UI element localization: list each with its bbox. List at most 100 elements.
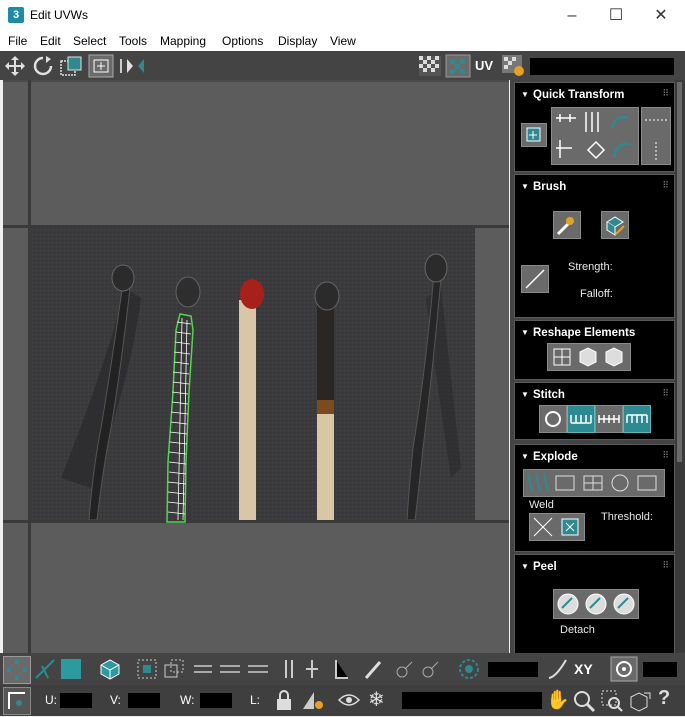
absolute-offset-button[interactable] bbox=[3, 687, 31, 715]
vertex-mode-button[interactable] bbox=[3, 656, 31, 684]
falloff-curve-icon[interactable] bbox=[546, 657, 570, 681]
texture-settings-icon[interactable] bbox=[501, 54, 527, 78]
move-icon[interactable] bbox=[4, 55, 26, 77]
stitch-source-icon bbox=[570, 415, 592, 424]
menu-select[interactable]: Select bbox=[73, 34, 106, 48]
maximize-button[interactable]: ☐ bbox=[593, 0, 639, 31]
collapse-arrow-icon[interactable]: ▼ bbox=[521, 328, 529, 337]
selection-toolbar: XY bbox=[0, 653, 685, 685]
menu-edit[interactable]: Edit bbox=[40, 34, 61, 48]
soft-selection-icon[interactable] bbox=[458, 658, 480, 680]
peel-title[interactable]: Peel bbox=[533, 561, 557, 573]
menu-mapping[interactable]: Mapping bbox=[160, 34, 206, 48]
threshold-label: Threshold: bbox=[601, 511, 653, 523]
drag-handle-icon[interactable]: ⠿ bbox=[662, 560, 669, 571]
weld-icons[interactable] bbox=[530, 514, 584, 540]
brush-title[interactable]: Brush bbox=[533, 181, 566, 193]
u-field[interactable] bbox=[60, 693, 92, 708]
lock-icon[interactable] bbox=[274, 689, 294, 711]
stitch-to-source-button[interactable] bbox=[567, 405, 595, 433]
scale-icon[interactable] bbox=[59, 55, 83, 77]
freeform-icon[interactable] bbox=[88, 54, 114, 78]
paint-move-button[interactable] bbox=[553, 211, 581, 239]
collapse-arrow-icon[interactable]: ▼ bbox=[521, 90, 529, 99]
collapse-arrow-icon[interactable]: ▼ bbox=[521, 390, 529, 399]
app-icon: 3 bbox=[8, 7, 24, 23]
xy-toggle[interactable]: XY bbox=[574, 661, 593, 677]
explode-icons[interactable] bbox=[524, 470, 664, 496]
explode-buttons-group bbox=[523, 469, 665, 497]
stitch-average-icon bbox=[598, 415, 620, 423]
pixel-snap-icon[interactable] bbox=[610, 656, 638, 682]
drag-handle-icon[interactable]: ⠿ bbox=[662, 388, 669, 399]
close-button[interactable]: ✕ bbox=[638, 0, 684, 31]
stitch-rollout: ▼ Stitch ⠿ bbox=[514, 382, 675, 440]
drag-handle-icon[interactable]: ⠿ bbox=[662, 450, 669, 461]
soft-selection-value[interactable] bbox=[488, 662, 538, 677]
edge-mode-icon[interactable] bbox=[34, 658, 56, 680]
shrink-selection-icon[interactable] bbox=[163, 658, 185, 680]
texture-dropdown[interactable] bbox=[530, 58, 674, 75]
zoom-extents-icon[interactable] bbox=[628, 689, 654, 713]
menu-bar: File Edit Select Tools Mapping Options D… bbox=[0, 31, 685, 51]
menu-view[interactable]: View bbox=[330, 34, 356, 48]
mirror-icon[interactable] bbox=[118, 56, 152, 76]
element-mode-icon[interactable] bbox=[98, 658, 122, 680]
stitch-average-button[interactable] bbox=[595, 405, 623, 433]
paint-select-icons[interactable] bbox=[362, 658, 442, 680]
w-field[interactable] bbox=[200, 693, 232, 708]
align-icons[interactable] bbox=[552, 108, 638, 164]
pivot-icon bbox=[526, 127, 541, 142]
weld-buttons-group bbox=[529, 513, 585, 541]
grow-selection-icon[interactable] bbox=[136, 658, 158, 680]
align-buttons-group bbox=[551, 107, 639, 165]
uv-selection[interactable] bbox=[164, 312, 194, 524]
menu-file[interactable]: File bbox=[8, 34, 27, 48]
peel-icons[interactable] bbox=[554, 590, 638, 618]
stitch-custom-icon bbox=[545, 411, 561, 427]
quick-transform-title[interactable]: Quick Transform bbox=[533, 89, 624, 101]
drag-handle-icon[interactable]: ⠿ bbox=[662, 180, 669, 191]
collapse-arrow-icon[interactable]: ▼ bbox=[521, 452, 529, 461]
brush-falloff-button[interactable] bbox=[521, 265, 549, 293]
freeze-icon[interactable]: ❄ bbox=[368, 687, 385, 712]
set-pivot-button[interactable] bbox=[521, 123, 547, 147]
space-icons[interactable] bbox=[642, 108, 670, 164]
stitch-custom-button[interactable] bbox=[539, 405, 567, 433]
menu-tools[interactable]: Tools bbox=[119, 34, 147, 48]
space-buttons-group bbox=[641, 107, 671, 165]
loop-ring-icons[interactable] bbox=[192, 661, 272, 677]
reshape-title[interactable]: Reshape Elements bbox=[533, 327, 635, 339]
checker-icon[interactable] bbox=[418, 55, 442, 77]
drag-handle-icon[interactable]: ⠿ bbox=[662, 88, 669, 99]
explode-title[interactable]: Explode bbox=[533, 451, 578, 463]
menu-display[interactable]: Display bbox=[278, 34, 317, 48]
snap-value[interactable] bbox=[643, 662, 677, 677]
stitch-title[interactable]: Stitch bbox=[533, 389, 565, 401]
face-mode-icon[interactable] bbox=[61, 659, 81, 679]
reshape-icons[interactable] bbox=[548, 344, 630, 370]
panel-scrollbar-thumb[interactable] bbox=[677, 82, 682, 462]
l-label: L: bbox=[250, 693, 261, 707]
falloff-label: Falloff: bbox=[580, 288, 613, 300]
uv-label[interactable]: UV bbox=[475, 58, 493, 73]
minimize-button[interactable]: – bbox=[549, 0, 595, 31]
help-icon[interactable]: ? bbox=[658, 687, 670, 710]
menu-options[interactable]: Options bbox=[222, 34, 263, 48]
collapse-arrow-icon[interactable]: ▼ bbox=[521, 182, 529, 191]
edge-select-icons[interactable] bbox=[282, 658, 362, 680]
v-field[interactable] bbox=[128, 693, 160, 708]
relax-brush-button[interactable] bbox=[601, 211, 629, 239]
hide-show-icon[interactable] bbox=[300, 689, 326, 711]
stitch-to-target-button[interactable] bbox=[623, 405, 651, 433]
offset-icon bbox=[8, 692, 25, 709]
zoom-icon[interactable] bbox=[572, 689, 596, 713]
texture-checker-icon[interactable] bbox=[445, 54, 471, 78]
collapse-arrow-icon[interactable]: ▼ bbox=[521, 562, 529, 571]
eye-icon[interactable] bbox=[337, 690, 361, 710]
window-title: Edit UVWs bbox=[30, 8, 89, 22]
pan-hand-icon[interactable]: ✋ bbox=[546, 688, 570, 712]
zoom-region-icon[interactable] bbox=[600, 689, 624, 713]
rotate-icon[interactable] bbox=[32, 55, 54, 77]
strength-label: Strength: bbox=[568, 261, 613, 273]
